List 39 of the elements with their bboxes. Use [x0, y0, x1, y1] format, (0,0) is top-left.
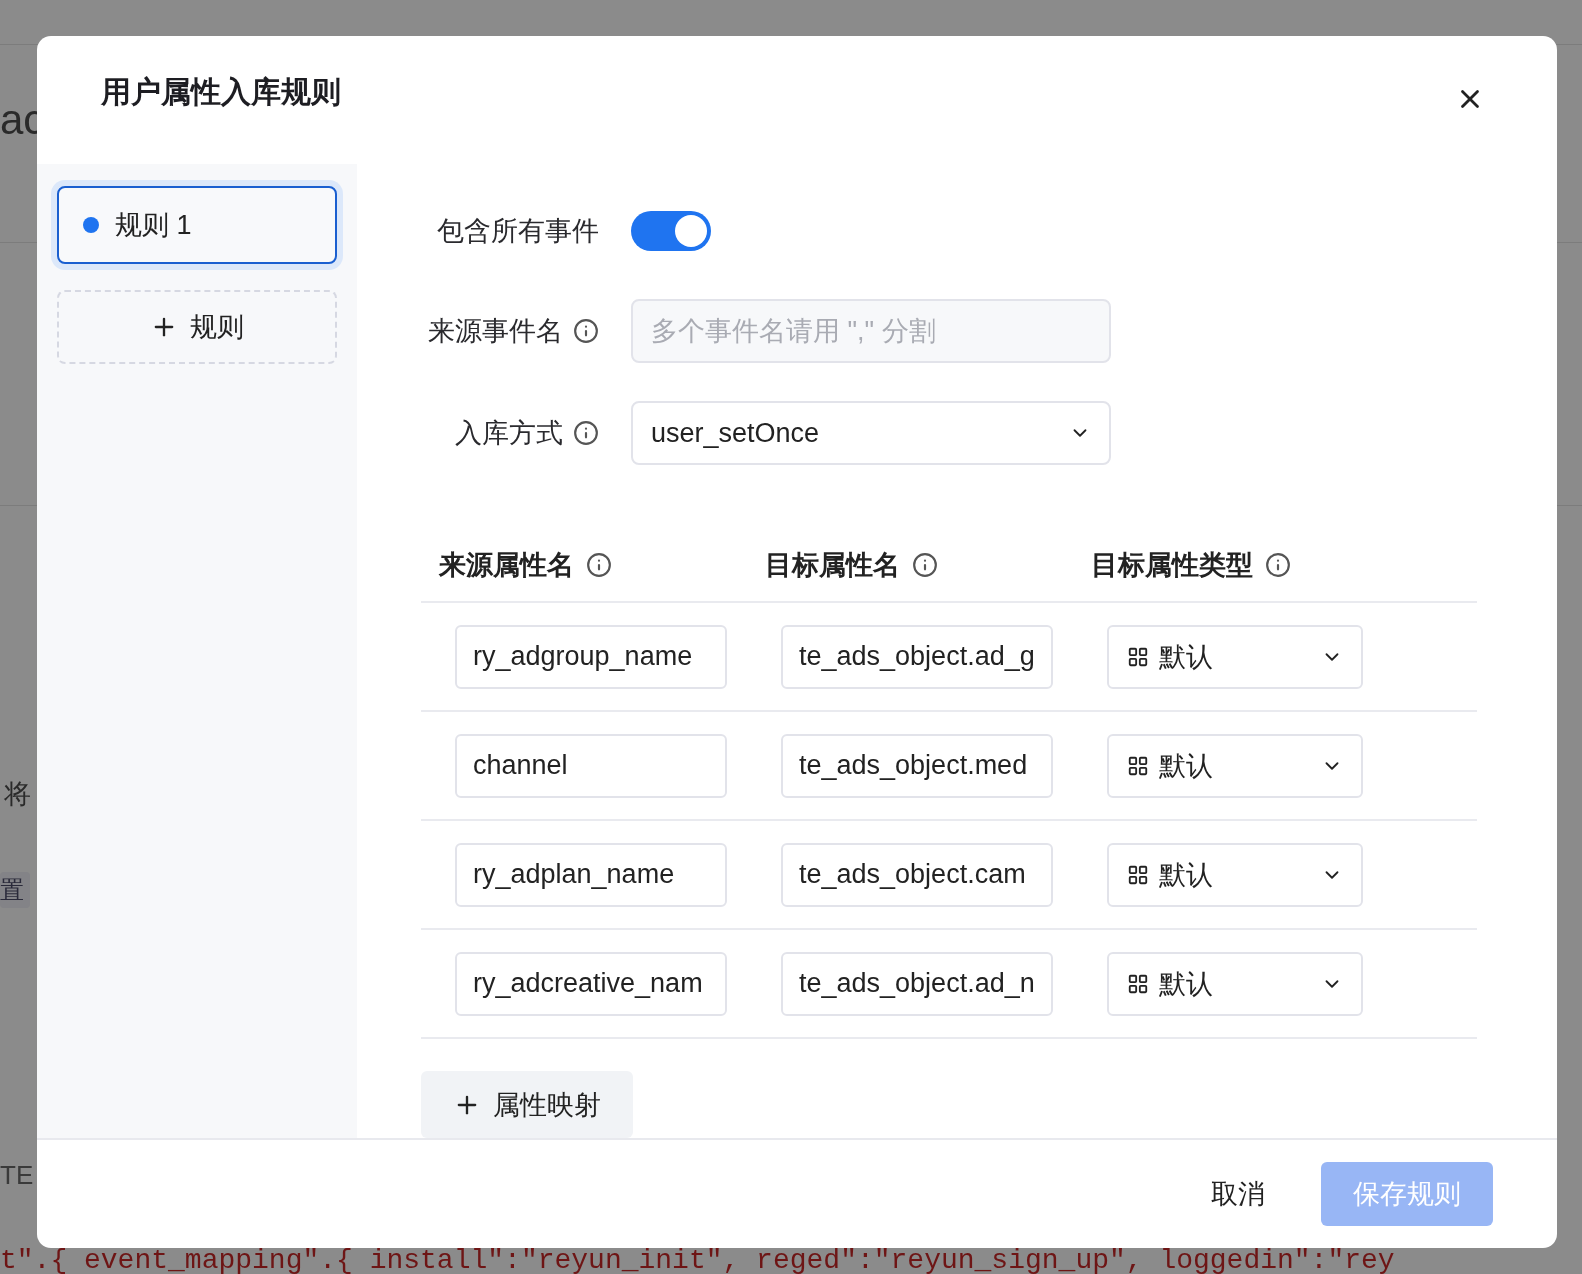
toggle-switch[interactable]: [631, 210, 711, 251]
input-field[interactable]: channel: [455, 733, 727, 798]
input-field[interactable]: te_ads_object.ad_n: [781, 951, 1053, 1016]
status-dot: [83, 217, 99, 233]
input-field[interactable]: ry_adplan_name: [455, 842, 727, 907]
input-field[interactable]: 多个事件名请用 "," 分割: [631, 299, 1111, 364]
info-icon: [573, 318, 599, 345]
cancel-button[interactable]: 取消: [1195, 1166, 1281, 1222]
input-field[interactable]: te_ads_object.ad_g: [781, 624, 1053, 689]
dropdown[interactable]: 默认: [1107, 733, 1363, 798]
dropdown[interactable]: 默认: [1107, 951, 1363, 1016]
grid-icon: [1127, 645, 1149, 668]
grid-icon: [1127, 972, 1149, 995]
input-field[interactable]: te_ads_object.cam: [781, 842, 1053, 907]
dropdown[interactable]: user_setOnce: [631, 401, 1111, 466]
tag: 置: [0, 872, 30, 908]
info-icon: [573, 420, 599, 447]
field-label: 入库方式: [455, 417, 563, 451]
info-icon: [912, 552, 938, 579]
column-header: 目标属性类型: [1091, 549, 1253, 583]
input-field[interactable]: ry_adgroup_name: [455, 624, 727, 689]
background-text: 将: [4, 778, 31, 811]
field-label: 包含所有事件: [437, 214, 599, 248]
dropdown[interactable]: 默认: [1107, 624, 1363, 689]
dropdown[interactable]: 默认: [1107, 842, 1363, 907]
info-icon: [586, 552, 612, 579]
code-line: t".{ event_mapping".{ install":"reyun_init", reged":"reyun_sign_up", loggedin":"rey: [0, 1248, 1395, 1274]
add-mapping-button[interactable]: 属性映射: [421, 1071, 633, 1138]
dialog-title: 用户属性入库规则: [101, 74, 341, 110]
grid-icon: [1127, 863, 1149, 886]
background-text: TE: [0, 1160, 34, 1191]
grid-icon: [1127, 754, 1149, 777]
field-label: 来源事件名: [428, 315, 563, 349]
column-header: 来源属性名: [439, 549, 574, 583]
add-rule-button[interactable]: 规则: [57, 290, 337, 364]
column-header: 目标属性名: [765, 549, 900, 583]
input-field[interactable]: te_ads_object.med: [781, 733, 1053, 798]
input-field[interactable]: ry_adcreative_nam: [455, 951, 727, 1016]
info-icon: [1265, 552, 1291, 579]
